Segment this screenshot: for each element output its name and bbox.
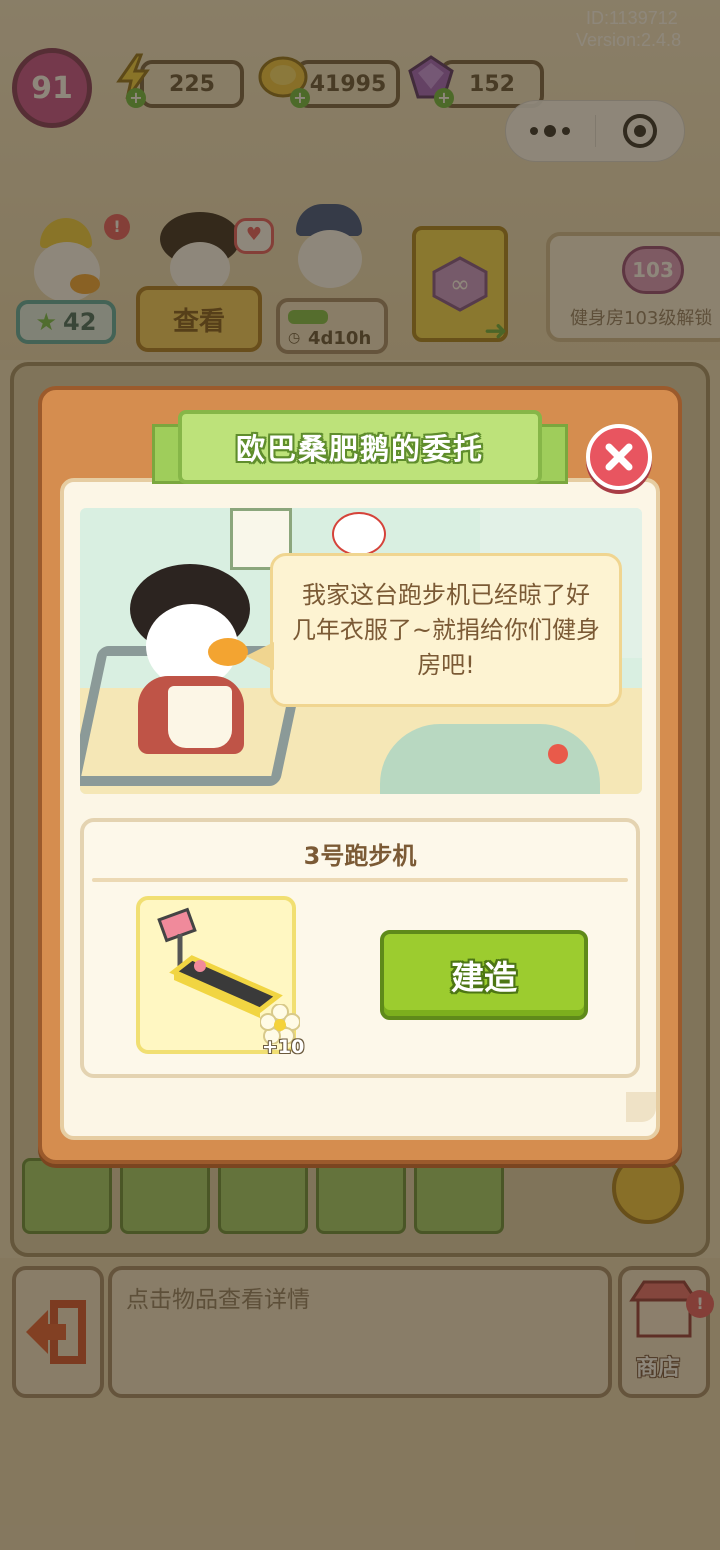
more-menu-button[interactable] xyxy=(506,101,594,161)
dialog-title: 欧巴桑肥鹅的委托 xyxy=(235,432,484,466)
item-divider xyxy=(92,878,628,882)
star-counter[interactable]: ★ 42 xyxy=(16,300,116,344)
timer-value: 4d10h xyxy=(308,328,372,349)
star-icon: ★ xyxy=(35,308,58,336)
room-level-value: 103 xyxy=(632,258,674,282)
speech-text: 我家这台跑步机已经晾了好几年衣服了~就捐给你们健身房吧! xyxy=(291,580,601,679)
clock-icon: ◷ xyxy=(288,330,301,346)
item-name: 3号跑步机 xyxy=(303,842,417,870)
coin-counter[interactable]: 41995 xyxy=(296,60,400,108)
shop-button[interactable]: 商店 xyxy=(618,1266,710,1398)
timer-progress xyxy=(288,310,328,324)
close-button[interactable] xyxy=(586,424,652,490)
more-dots-icon xyxy=(530,125,570,137)
beak-icon xyxy=(70,274,100,294)
officer-duck-avatar[interactable] xyxy=(284,204,374,300)
plant-leaves-icon xyxy=(380,724,600,794)
floor-treadmill xyxy=(22,1158,112,1234)
view-button[interactable]: 查看 xyxy=(136,286,262,352)
svg-text:∞: ∞ xyxy=(450,270,470,298)
level-value: 91 xyxy=(31,70,73,106)
reward-count: +10 xyxy=(262,1036,305,1058)
timer-bar: ◷ 4d10h xyxy=(276,298,388,354)
room-unlock-card[interactable]: 103 健身房103级解锁 xyxy=(546,232,720,342)
heart-level-icon: 103 xyxy=(622,246,684,294)
room-unlock-text: 健身房103级解锁 xyxy=(570,308,713,329)
floor-treadmill xyxy=(414,1158,504,1234)
level-badge[interactable]: 91 xyxy=(12,48,92,128)
arrow-icon: ➜ xyxy=(484,314,508,347)
version-label: Version:2.4.8 xyxy=(576,30,682,50)
speech-bubble: 我家这台跑步机已经晾了好几年衣服了~就捐给你们健身房吧! xyxy=(270,553,622,707)
worker-duck-avatar[interactable] xyxy=(26,218,110,308)
dialog-title-banner: 欧巴桑肥鹅的委托 xyxy=(178,410,542,484)
close-icon xyxy=(605,443,633,471)
duck-head xyxy=(298,230,362,288)
view-button-label: 查看 xyxy=(172,306,225,337)
character-beak xyxy=(208,638,248,666)
red-flower-icon xyxy=(548,744,568,764)
shop-alert-icon: ! xyxy=(686,1290,714,1318)
floor-treadmill xyxy=(316,1158,406,1234)
exit-door-icon xyxy=(26,1300,86,1364)
add-energy-icon[interactable]: + xyxy=(126,88,146,108)
alert-icon: ! xyxy=(104,214,130,240)
build-button-label: 建造 xyxy=(451,958,517,997)
gem-value: 152 xyxy=(469,71,515,97)
add-coin-icon[interactable]: + xyxy=(290,88,310,108)
star-value: 42 xyxy=(63,308,97,336)
floor-treadmill xyxy=(218,1158,308,1234)
user-id: ID:1139712 xyxy=(586,8,678,28)
heart-bubble-icon: ♥ xyxy=(234,218,274,254)
shop-label: 商店 xyxy=(636,1356,681,1381)
floor-treadmill xyxy=(120,1158,210,1234)
energy-value: 225 xyxy=(169,71,215,97)
infinity-icon: ∞ xyxy=(432,256,488,312)
item-detail-box: 点击物品查看详情 xyxy=(108,1266,612,1398)
add-gem-icon[interactable]: + xyxy=(434,88,454,108)
character-apron xyxy=(168,686,232,748)
item-detail-hint: 点击物品查看详情 xyxy=(126,1287,310,1313)
build-button[interactable]: 建造 xyxy=(380,930,588,1020)
close-miniprogram-button[interactable] xyxy=(596,101,684,161)
exit-button[interactable] xyxy=(12,1266,104,1398)
hanging-chicken-icon xyxy=(332,512,386,556)
miniprogram-capsule xyxy=(505,100,685,162)
dialog-corner-curl xyxy=(626,1092,656,1122)
coin-value: 41995 xyxy=(309,71,387,97)
target-icon xyxy=(623,114,657,148)
speech-bubble-tail xyxy=(246,642,274,670)
